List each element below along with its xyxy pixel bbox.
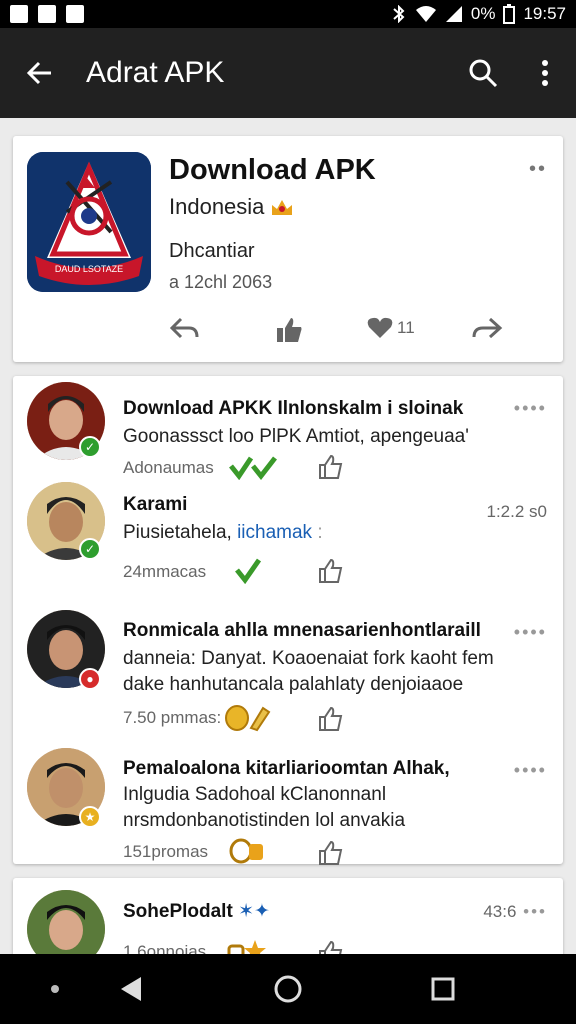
comment-menu-button[interactable]: •••• (514, 760, 547, 781)
share-arrow-icon (472, 317, 503, 339)
comment-text: Goonasssct loo PlPK Amtiot, apengeuaa' (123, 426, 469, 447)
comment-link[interactable]: iichamak (237, 522, 312, 543)
comment-menu-button[interactable]: •••• (514, 398, 547, 419)
nav-recents-button[interactable] (418, 954, 468, 1024)
comment-author: Download APKK Ilnlonskalm i sloinak (123, 398, 464, 419)
app-country: Indonesia (169, 194, 294, 220)
star-badge-icon: ★ (79, 806, 101, 828)
comment-text: nrsmdonbanotistinden lol anvakia (123, 810, 406, 831)
hands-reaction-icon (225, 705, 271, 732)
comment-item[interactable]: ✓ Download APKK Ilnlonskalm i sloinak Go… (13, 382, 563, 486)
app-name: Download APK (169, 154, 376, 186)
clock: 19:57 (523, 4, 566, 23)
alert-badge-icon: ● (79, 668, 101, 690)
battery-percent: 0% (470, 4, 496, 23)
comment-time: 1.6onnoias (123, 942, 207, 954)
search-button[interactable] (452, 28, 514, 118)
overflow-menu-button[interactable] (514, 28, 576, 118)
comment-item[interactable]: ● Ronmicala ahlla mnenasarienhontlaraill… (13, 608, 563, 742)
like-outline-icon[interactable] (317, 558, 343, 584)
comment-item[interactable]: SohePlodalt ✶✦ 43:6 ••• 1.6onnoias (13, 890, 563, 954)
check-reaction-icon (229, 456, 277, 480)
verified-badge-icon: ✓ (79, 436, 101, 458)
comments-card: ✓ Download APKK Ilnlonskalm i sloinak Go… (13, 376, 563, 865)
comment-time: 151promas (123, 842, 209, 861)
reply-icon (169, 317, 199, 339)
hands-reaction-icon (227, 940, 266, 954)
page-title: Adrat APK (86, 56, 225, 89)
app-developer: Dhcantiar (169, 240, 255, 262)
thumbs-up-icon (277, 318, 302, 342)
like-outline-icon[interactable] (317, 840, 343, 866)
home-circle-icon (274, 975, 302, 1003)
back-triangle-icon (121, 977, 141, 1001)
comment-text: dake hanhutancala palahlaty denjoiaaoe (123, 674, 464, 695)
comment-menu-button[interactable]: •••• (514, 622, 547, 643)
comment-item[interactable]: ★ Pemaloalona kitarliarioomtan Alhak, In… (13, 742, 563, 865)
like-button[interactable] (275, 316, 303, 344)
comment-stamp: 43:6 ••• (483, 902, 547, 921)
status-bar: 0% 19:57 (0, 0, 576, 28)
comment-author: Karami (123, 494, 188, 515)
check-reaction-icon (235, 558, 262, 584)
app-bar: Adrat APK (0, 28, 576, 118)
app-info-card: DAUD LSOTAZE Download APK Indonesia Dhca… (13, 136, 563, 362)
wifi-icon (415, 6, 436, 22)
like-outline-icon[interactable] (317, 454, 343, 480)
heart-icon (367, 317, 393, 338)
comment-stamp: 1:2.2 s0 (486, 502, 548, 521)
image-notification-icon (66, 5, 84, 23)
comment-text: Inlgudia Sadohoal kClanonnanl (123, 784, 387, 805)
back-button[interactable] (0, 28, 80, 118)
system-nav-bar (0, 954, 576, 1024)
verified-badge-icon: ✓ (79, 538, 101, 560)
battery-icon (503, 4, 516, 24)
reply-button[interactable] (169, 316, 199, 340)
heart-count: 11 (397, 318, 415, 337)
search-icon (469, 59, 498, 88)
bluetooth-icon (393, 5, 405, 23)
comment-time: 7.50 pmmas: (123, 708, 222, 727)
comment-text: danneia: Danyat. Koaoenaiat fork kaoht f… (123, 648, 494, 669)
content-area: DAUD LSOTAZE Download APK Indonesia Dhca… (0, 118, 576, 954)
comment-author-text: SohePlodalt (123, 901, 233, 922)
back-arrow-icon (26, 61, 51, 85)
comment-author: Pemaloalona kitarliarioomtan Alhak, (123, 758, 450, 779)
comment-time: 24mmacas (123, 562, 207, 581)
notification-icon (10, 5, 28, 23)
comment-item[interactable]: ✓ Karami Piusietahela, iichamak : 1:2.2 … (13, 482, 563, 602)
hands-reaction-icon (229, 838, 263, 864)
like-outline-icon[interactable] (317, 940, 343, 954)
comment-author: Ronmicala ahlla mnenasarienhontlaraill (123, 620, 481, 641)
svg-text:DAUD LSOTAZE: DAUD LSOTAZE (55, 264, 123, 274)
comments-card: SohePlodalt ✶✦ 43:6 ••• 1.6onnoias (13, 878, 563, 954)
app-logo-icon: DAUD LSOTAZE (27, 152, 151, 292)
app-actions: 11 (13, 312, 563, 352)
comment-author: SohePlodalt ✶✦ (123, 900, 270, 923)
comment-text-part: Piusietahela, (123, 522, 238, 543)
avatar[interactable] (27, 890, 105, 954)
app-country-text: Indonesia (169, 194, 265, 219)
recents-square-icon (431, 977, 455, 1001)
card-menu-button[interactable]: •• (529, 158, 547, 181)
more-vert-icon (542, 60, 548, 86)
nav-dot-icon (40, 954, 70, 1024)
comment-text: Piusietahela, iichamak : (123, 522, 323, 543)
share-button[interactable] (471, 316, 503, 340)
favorite-button[interactable]: 11 (367, 316, 415, 340)
signal-icon (445, 6, 462, 22)
app-date: a 12chl 2063 (169, 272, 273, 292)
notification-icon (38, 5, 56, 23)
nav-back-button[interactable] (106, 954, 156, 1024)
like-outline-icon[interactable] (317, 706, 343, 732)
crown-icon (272, 200, 293, 215)
nav-home-button[interactable] (262, 954, 314, 1024)
comment-time: Adonaumas (123, 458, 214, 477)
star-icon: ✶✦ (238, 901, 270, 922)
